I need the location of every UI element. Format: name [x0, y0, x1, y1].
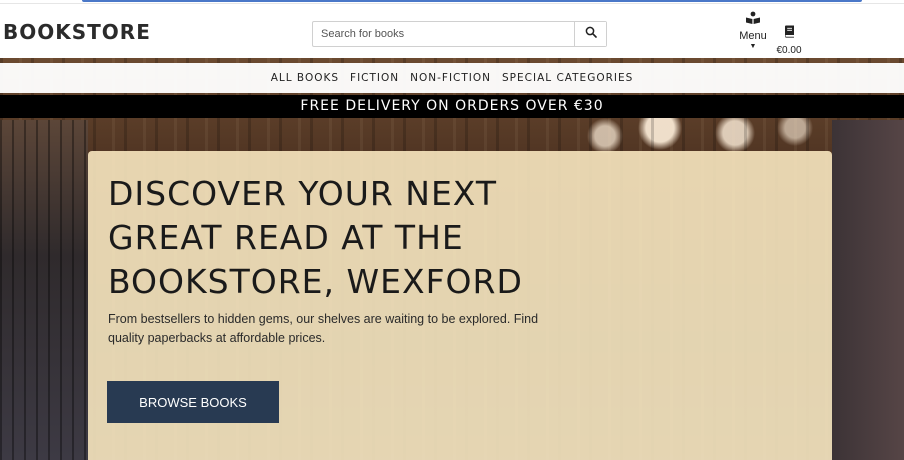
- hero-bookshelf-right: [832, 120, 904, 460]
- hero-subtitle: From bestsellers to hidden gems, our she…: [108, 312, 539, 345]
- menu-toggle[interactable]: Menu ▼: [735, 11, 771, 57]
- cart-total: €0.00: [776, 45, 802, 56]
- search-input[interactable]: [313, 22, 574, 46]
- nav-item-all-books[interactable]: ALL BOOKS: [271, 72, 339, 84]
- hero-title-line: GREAT READ AT THE: [108, 218, 464, 257]
- nav-item-special-categories[interactable]: SPECIAL CATEGORIES: [502, 72, 633, 84]
- browse-books-button[interactable]: BROWSE BOOKS: [107, 381, 279, 423]
- search-bar: [312, 21, 607, 47]
- hero-bookshelf-left: [0, 120, 88, 460]
- nav-item-fiction[interactable]: FICTION: [350, 72, 399, 84]
- caret-down-icon: ▼: [749, 43, 757, 50]
- browser-chrome-strip: [0, 0, 904, 4]
- category-nav: ALL BOOKS FICTION NON-FICTION SPECIAL CA…: [0, 63, 904, 93]
- search-icon: [585, 25, 597, 43]
- reader-icon: [745, 11, 761, 28]
- cart-button[interactable]: €0.00: [772, 25, 806, 57]
- search-button[interactable]: [574, 22, 606, 46]
- hero-title-line: DISCOVER YOUR NEXT: [108, 174, 497, 213]
- browser-accent-line: [82, 0, 862, 2]
- book-icon: [784, 25, 795, 42]
- hero-title-line: BOOKSTORE, WEXFORD: [108, 262, 523, 301]
- site-logo[interactable]: BOOKSTORE: [3, 20, 151, 44]
- hero-title: DISCOVER YOUR NEXT GREAT READ AT THE BOO…: [108, 172, 628, 304]
- menu-label: Menu: [739, 30, 767, 42]
- delivery-banner: FREE DELIVERY ON ORDERS OVER €30: [0, 95, 904, 118]
- nav-item-non-fiction[interactable]: NON-FICTION: [410, 72, 491, 84]
- site-header: BOOKSTORE Menu ▼ €0.00: [0, 5, 904, 58]
